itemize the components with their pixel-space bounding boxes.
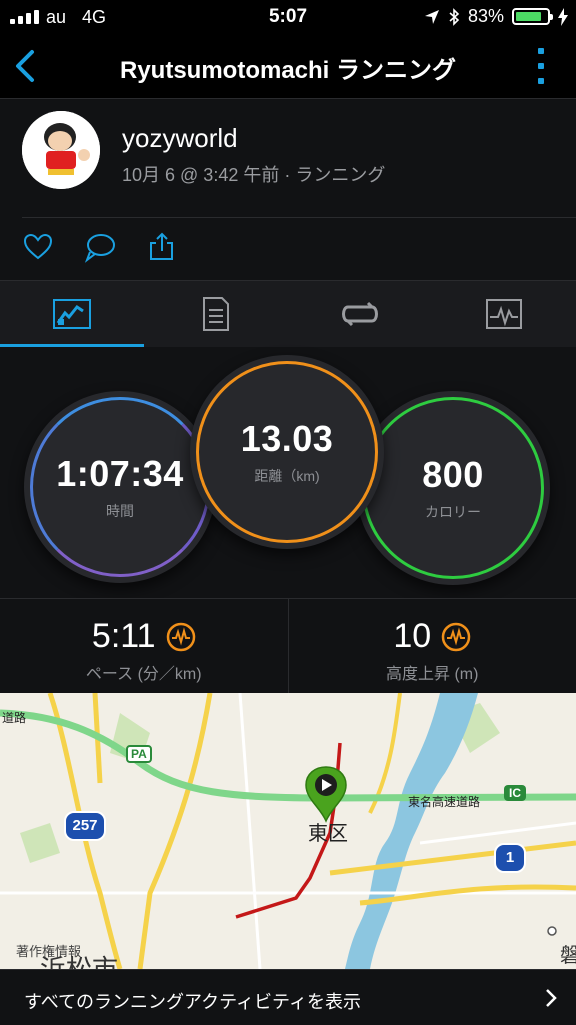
time-stat: 1:07:34 時間	[24, 391, 216, 583]
username[interactable]: yozyworld	[122, 123, 238, 154]
activity-profile: yozyworld 10月 6 @ 3:42 午前 · ランニング	[0, 99, 576, 279]
elevation-metric: 10 高度上昇 (m)	[288, 599, 576, 693]
route-1-shield: 1	[494, 843, 526, 873]
road-label: 道路	[2, 709, 26, 726]
expressway-label: 東名高速道路	[408, 793, 480, 810]
chevron-left-icon	[10, 48, 40, 84]
tab-laps[interactable]	[288, 281, 432, 347]
laps-icon	[340, 301, 380, 327]
status-right: 83%	[424, 6, 568, 27]
share-icon[interactable]	[146, 231, 178, 263]
activity-meta: 10月 6 @ 3:42 午前 · ランニング	[122, 161, 385, 187]
more-vertical-icon[interactable]	[538, 48, 548, 84]
calories-stat: 800 カロリー	[356, 391, 550, 585]
location-arrow-icon	[424, 9, 440, 25]
ic-marker: IC	[504, 785, 526, 801]
details-icon	[202, 296, 230, 332]
distance-label: 距離（km)	[254, 466, 319, 486]
bluetooth-icon	[448, 8, 460, 26]
tab-charts[interactable]	[432, 281, 576, 347]
avatar-image	[22, 111, 100, 189]
calories-label: カロリー	[425, 502, 481, 522]
heart-icon[interactable]	[22, 231, 54, 263]
activity-wave-icon[interactable]	[166, 622, 196, 652]
time-value: 1:07:34	[56, 453, 184, 495]
route-257-shield: 257	[64, 811, 106, 841]
page-title: Ryutsumotomachi ランニング	[60, 50, 516, 85]
charging-icon	[558, 8, 568, 26]
avatar[interactable]	[22, 111, 100, 189]
comment-icon[interactable]	[84, 231, 116, 263]
pace-metric: 5:11 ペース (分／km)	[0, 599, 288, 693]
secondary-metrics: 5:11 ペース (分／km) 10 高度上昇 (m)	[0, 598, 576, 693]
city-label-right: 磐	[560, 939, 576, 968]
time-label: 時間	[106, 501, 134, 521]
back-button[interactable]	[10, 48, 40, 84]
start-pin-icon[interactable]	[304, 765, 348, 823]
city-label: 浜松市	[40, 949, 118, 969]
status-bar: au 4G 5:07 83%	[0, 0, 576, 34]
activity-wave-icon[interactable]	[441, 622, 471, 652]
app-header: Ryutsumotomachi ランニング	[0, 34, 576, 99]
pa-marker: PA	[126, 745, 152, 763]
tab-stats[interactable]	[0, 281, 144, 347]
chevron-right-icon	[544, 988, 558, 1008]
distance-stat: 13.03 距離（km)	[190, 355, 384, 549]
elevation-label: 高度上昇 (m)	[289, 660, 576, 684]
pace-label: ペース (分／km)	[0, 660, 288, 684]
charts-icon	[486, 299, 522, 329]
tab-details[interactable]	[144, 281, 288, 347]
distance-value: 13.03	[241, 418, 334, 460]
battery-icon	[512, 8, 550, 25]
route-map[interactable]: 道路 東名高速道路 東区 PA IC 257 1 著作権情報 浜松市 磐	[0, 693, 576, 969]
activity-tabs	[0, 280, 576, 347]
battery-percent: 83%	[468, 6, 504, 27]
elevation-value: 10	[393, 617, 431, 656]
pace-value: 5:11	[92, 617, 156, 656]
divider	[22, 217, 576, 218]
summary-stats: 1:07:34 時間 800 カロリー 13.03 距離（km)	[0, 347, 576, 597]
view-all-activities-button[interactable]: すべてのランニングアクティビティを表示	[0, 969, 576, 1025]
poi-marker	[546, 925, 558, 937]
stats-icon	[53, 299, 91, 329]
view-all-label: すべてのランニングアクティビティを表示	[24, 988, 361, 1014]
social-actions	[22, 231, 178, 263]
calories-value: 800	[422, 454, 484, 496]
